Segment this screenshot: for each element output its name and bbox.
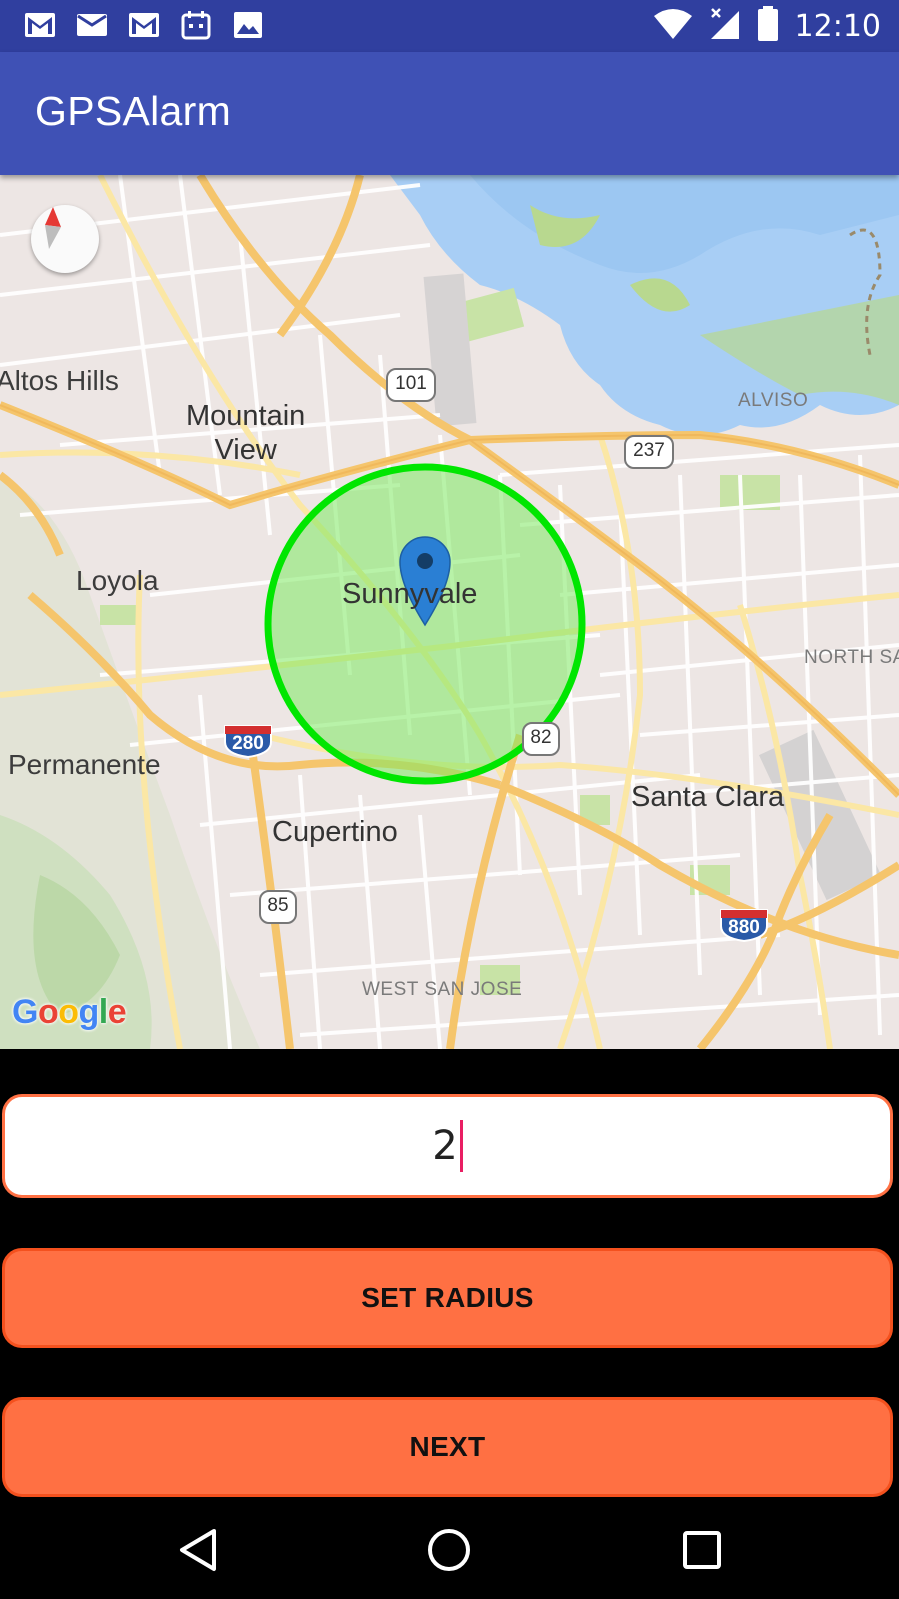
highway-shield-82: 82 [522, 722, 560, 756]
navigation-bar [0, 1499, 899, 1599]
battery-icon [757, 6, 779, 47]
map-label: Altos Hills [0, 365, 119, 396]
back-icon [180, 1529, 216, 1571]
status-bar: 12:10 [0, 0, 899, 52]
compass-button[interactable] [31, 205, 99, 273]
compass-icon [45, 207, 61, 249]
radius-input-value: 2 [432, 1123, 458, 1169]
gmail-icon [22, 10, 58, 40]
map-label: Cupertino [272, 816, 398, 848]
map-label: ALVISO [738, 390, 809, 411]
map-label: WEST SAN JOSE [362, 979, 523, 1000]
highway-shield-85: 85 [259, 890, 297, 924]
highway-shield-101: 101 [386, 368, 436, 402]
back-button[interactable] [172, 1524, 224, 1576]
map-label: Loyola [76, 565, 159, 596]
gmail-icon [126, 10, 162, 40]
set-radius-button[interactable]: SET RADIUS [2, 1248, 893, 1348]
calendar-icon [178, 10, 214, 40]
recents-icon [683, 1531, 721, 1569]
app-bar: GPSAlarm [0, 52, 899, 175]
recents-button[interactable] [676, 1524, 728, 1576]
map-label: Mountain View [186, 400, 306, 466]
wifi-icon [653, 8, 693, 45]
interstate-shield-280: 280 [223, 724, 273, 758]
interstate-shield-880: 880 [719, 908, 769, 942]
text-cursor [459, 1120, 463, 1172]
cell-signal-icon [709, 7, 741, 46]
notification-icons [22, 10, 266, 40]
map-label: NORTH SAN [804, 647, 899, 668]
map-view[interactable]: Altos Hills Mountain View Loyola Sunnyva… [0, 175, 899, 1049]
clock: 12:10 [794, 9, 881, 44]
home-button[interactable] [423, 1524, 475, 1576]
map-label: Santa Clara [631, 781, 785, 813]
app-title: GPSAlarm [35, 88, 232, 134]
highway-shield-237: 237 [624, 435, 674, 469]
map-label: Sunnyvale [342, 578, 478, 610]
google-logo: Google [12, 993, 127, 1031]
next-button[interactable]: NEXT [2, 1397, 893, 1497]
map-label: Permanente [8, 749, 161, 780]
home-icon [428, 1529, 470, 1571]
image-icon [230, 10, 266, 40]
radius-input[interactable]: 2 [2, 1094, 893, 1198]
gmail-icon [74, 10, 110, 40]
